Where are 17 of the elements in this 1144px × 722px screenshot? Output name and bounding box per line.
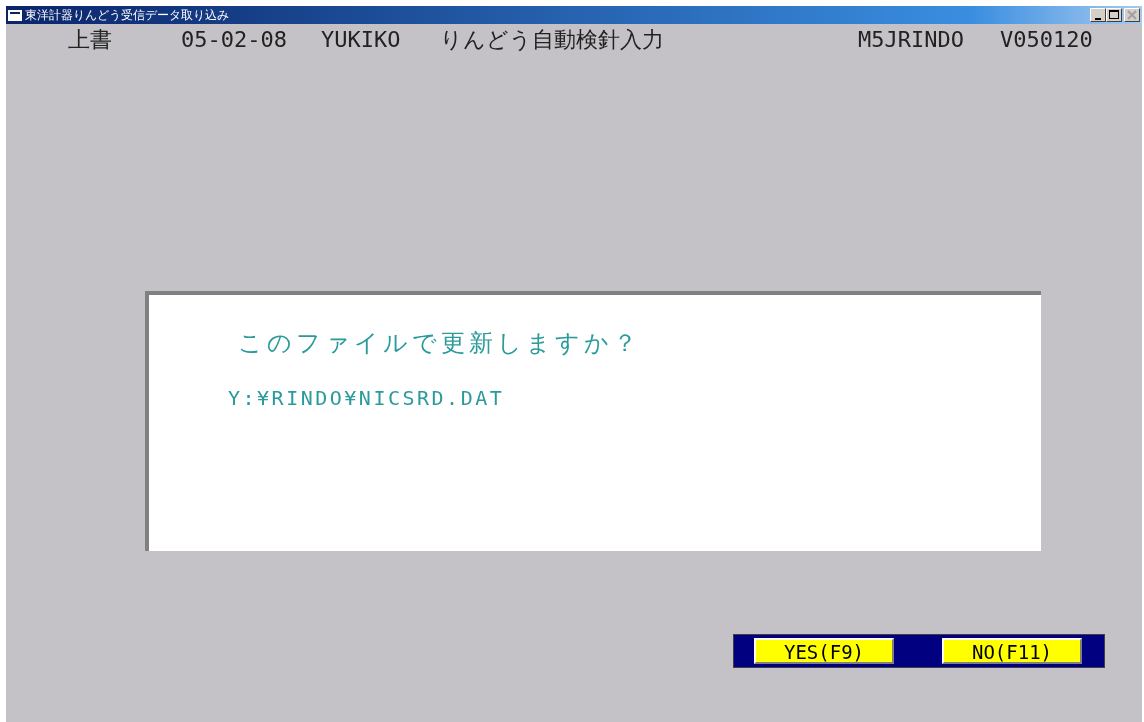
date-text: 05-02-08 [181, 26, 288, 54]
no-button[interactable]: NO(F11) [942, 638, 1082, 664]
minimize-icon [1095, 17, 1101, 20]
program-id: M5JRINDO [858, 26, 965, 54]
version-text: V050120 [1000, 26, 1093, 54]
file-path: Y:¥RINDO¥NICSRD.DAT [228, 385, 506, 412]
yes-button[interactable]: YES(F9) [754, 638, 894, 664]
maximize-icon [1108, 9, 1120, 21]
close-icon [1126, 9, 1138, 21]
window-icon [8, 9, 22, 21]
dialog-question: このファイルで更新しますか？ [238, 328, 642, 359]
program-title: りんどう自動検針入力 [440, 26, 665, 54]
user-name: YUKIKO [321, 26, 402, 54]
mode-label: 上書 [68, 26, 113, 54]
window-title: 東洋計器りんどう受信データ取り込み [25, 7, 229, 24]
maximize-button[interactable] [1106, 8, 1122, 22]
minimize-button[interactable] [1090, 8, 1106, 22]
